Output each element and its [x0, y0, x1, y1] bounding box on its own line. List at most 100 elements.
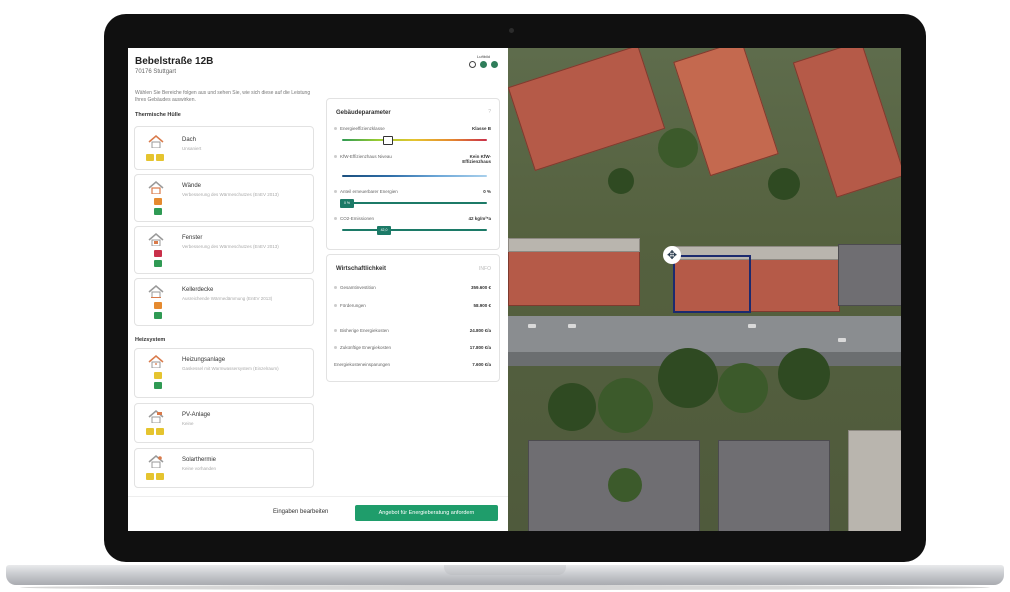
hull-item-title: Kellerdecke — [182, 287, 214, 293]
building-panel: Bebelstraße 12B 70176 Stuttgart Luftbild… — [128, 48, 508, 531]
tree — [778, 348, 830, 400]
house-icon — [148, 181, 164, 194]
car — [838, 338, 846, 342]
tree — [608, 168, 634, 194]
building-roof — [792, 48, 901, 198]
hull-item-title: Fenster — [182, 235, 203, 241]
opacity-label: Luftbild — [477, 54, 490, 59]
renewable-scale — [342, 202, 487, 204]
param-label: Anteil erneuerbarer Energien — [340, 189, 398, 194]
tree — [768, 168, 800, 200]
econ-row: Förderungen 58.900 € — [334, 303, 491, 308]
heating-item-desc: Keine — [182, 421, 194, 426]
help-icon[interactable]: ? — [488, 109, 491, 115]
webcam — [509, 28, 514, 33]
param-label: CO2-Emissionen — [340, 216, 375, 221]
building-parameters-card: Gebäudeparameter ? Energieeffizienzklass… — [326, 98, 500, 250]
econ-row: Energiekosteneinsparungen 7.600 €/a — [334, 362, 491, 367]
heating-card-heizungsanlage[interactable]: Heizungsanlage Gaskessel mit Warmwassers… — [134, 348, 314, 398]
rating-badge — [154, 198, 162, 205]
section-heading: Thermische Hülle — [135, 112, 181, 118]
co2-marker: 42,0 — [377, 226, 391, 235]
selected-building-outline[interactable] — [673, 255, 751, 313]
edit-inputs-button[interactable]: Eingaben bearbeiten — [273, 509, 328, 515]
building-roof — [848, 430, 901, 531]
building-roof — [838, 244, 901, 306]
param-value: Klasse B — [471, 126, 491, 131]
building-roof — [718, 440, 830, 531]
heating-card-solarthermie[interactable]: Solarthermie Keine vorhanden — [134, 448, 314, 488]
car — [568, 324, 576, 328]
tree — [548, 383, 596, 431]
rating-badge — [154, 372, 162, 379]
param-value: 0 % — [483, 189, 491, 194]
hull-card-waende[interactable]: Wände Verbesserung des Wärmeschutzes (En… — [134, 174, 314, 222]
laptop-notch — [444, 565, 566, 575]
solar-thermal-house-icon — [148, 455, 164, 468]
opacity-control[interactable]: Luftbild — [469, 54, 498, 68]
rating-badge — [154, 302, 162, 309]
param-row: KfW-Effizienzhaus Niveau Kein KfW-Effizie… — [334, 154, 491, 164]
param-label: KfW-Effizienzhaus Niveau — [340, 154, 392, 159]
car — [528, 324, 536, 328]
opacity-option[interactable] — [480, 61, 487, 68]
econ-row: Gesamtinvestition 359.600 € — [334, 285, 491, 290]
address-title: Bebelstraße 12B — [135, 56, 214, 67]
hull-item-desc: Unsaniert — [182, 146, 202, 151]
section-heading: Heizsystem — [135, 337, 166, 343]
hull-card-kellerdecke[interactable]: Kellerdecke Ausreichende Wärmedämmung (E… — [134, 278, 314, 326]
solar-house-icon — [148, 410, 164, 423]
param-label: Energieeffizienzklasse — [340, 126, 385, 131]
laptop-shadow — [20, 585, 990, 590]
app-screen: ✥ Bebelstraße 12B 70176 Stuttgart Luftbi… — [128, 48, 901, 531]
tree — [598, 378, 653, 433]
house-icon — [148, 285, 164, 298]
card-title: Wirtschaftlichkeit — [336, 266, 386, 272]
param-row: Energieeffizienzklasse Klasse B — [334, 126, 491, 131]
econ-label: Zukünftige Energiekosten — [340, 345, 392, 350]
rating-badge — [146, 473, 154, 480]
hull-item-desc: Ausreichende Wärmedämmung (EnEV 2013) — [182, 296, 273, 301]
rating-badge — [154, 382, 162, 389]
request-consultation-button[interactable]: Angebot für Energieberatung anfordern — [355, 505, 498, 521]
tree — [658, 348, 718, 408]
hull-card-dach[interactable]: Dach Unsaniert — [134, 126, 314, 170]
hull-item-desc: Verbesserung des Wärmeschutzes (EnEV 201… — [182, 192, 279, 197]
hull-item-title: Dach — [182, 137, 197, 143]
rating-badge — [154, 250, 162, 257]
building-roof — [507, 48, 666, 172]
heating-item-title: Heizungsanlage — [182, 357, 226, 363]
opacity-option[interactable] — [491, 61, 498, 68]
rating-badge — [156, 473, 164, 480]
heating-house-icon — [148, 355, 164, 368]
hull-card-fenster[interactable]: Fenster Verbesserung des Wärmeschutzes (… — [134, 226, 314, 274]
kfw-scale — [342, 175, 487, 177]
tree — [608, 468, 642, 502]
econ-label: Energiekosteneinsparungen — [334, 362, 391, 367]
econ-row: Bisherige Energiekosten 24.800 €/a — [334, 328, 491, 333]
heating-item-desc: Gaskessel mit Warmwassersystem (Einzelra… — [182, 366, 279, 371]
house-icon — [148, 233, 164, 246]
move-handle-icon[interactable]: ✥ — [663, 246, 681, 264]
heating-card-pv-anlage[interactable]: PV-Anlage Keine — [134, 403, 314, 443]
rating-badge — [156, 428, 164, 435]
econ-label: Bisherige Energiekosten — [340, 328, 389, 333]
param-row: Anteil erneuerbarer Energien 0 % — [334, 189, 491, 194]
hull-item-desc: Verbesserung des Wärmeschutzes (EnEV 201… — [182, 244, 279, 249]
rating-badge — [146, 428, 154, 435]
address-city: 70176 Stuttgart — [135, 69, 177, 75]
econ-value: 7.600 €/a — [472, 362, 491, 367]
info-icon[interactable]: INFO — [479, 266, 491, 272]
econ-value: 24.800 €/a — [469, 328, 491, 333]
heating-item-title: PV-Anlage — [182, 412, 211, 418]
opacity-option[interactable] — [469, 61, 476, 68]
renewable-marker: 0 % — [340, 199, 354, 208]
car — [748, 324, 756, 328]
param-row: CO2-Emissionen 42 kg/m²*a — [334, 216, 491, 221]
econ-value: 17.800 €/a — [469, 345, 491, 350]
economics-card: Wirtschaftlichkeit INFO Gesamtinvestitio… — [326, 254, 500, 382]
param-value: Kein KfW-Effizienzhaus — [462, 154, 491, 164]
rating-badge — [154, 208, 162, 215]
building-roof — [508, 238, 640, 252]
econ-value: 58.900 € — [473, 303, 491, 308]
